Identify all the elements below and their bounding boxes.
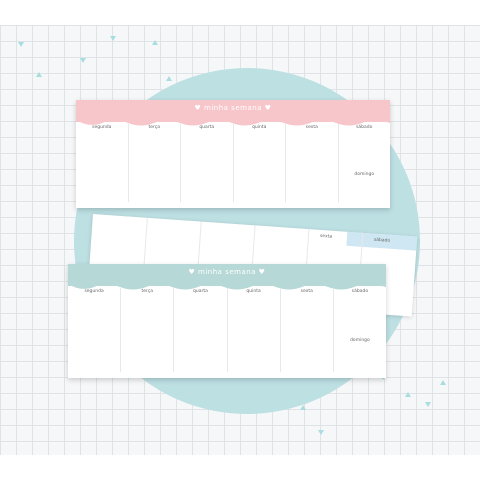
day-column-sabado-domingo: sábado domingo [337, 124, 391, 202]
day-column-sexta: sexta [279, 288, 333, 372]
confetti-triangle [80, 58, 86, 63]
day-column-terca: terça [127, 124, 181, 202]
day-column-sexta: sexta [285, 124, 338, 202]
day-column-quarta: quarta [180, 124, 233, 202]
day-label: sábado [351, 289, 369, 294]
sunday-label: domingo [350, 338, 370, 343]
day-column-sabado-domingo: sábado domingo [332, 288, 386, 372]
day-column-terca: terça [120, 288, 173, 372]
back-day-label: sexta [319, 233, 333, 240]
confetti-triangle [405, 392, 411, 397]
day-column-quinta: quinta [232, 124, 286, 202]
planner-header: ♥ minha semana ♥ [68, 264, 386, 286]
day-label: sábado [356, 125, 373, 130]
planner-header: ♥ minha semana ♥ [76, 100, 390, 122]
day-column-segunda: segunda [76, 124, 128, 202]
day-label: terça [148, 125, 161, 130]
confetti-triangle [18, 42, 24, 47]
day-label: sexta [300, 289, 313, 294]
day-column-segunda: segunda [68, 288, 120, 372]
day-label: quarta [193, 289, 208, 294]
day-label: quarta [199, 125, 215, 130]
confetti-triangle [36, 72, 42, 77]
top-planner-sheet: ♥ minha semana ♥ segunda terça quarta qu… [76, 100, 390, 208]
day-label: sexta [305, 125, 318, 130]
sunday-label: domingo [354, 172, 375, 177]
day-label: segunda [92, 125, 112, 130]
day-label: segunda [84, 289, 104, 294]
day-columns: segunda terça quarta quinta sexta sábado… [68, 288, 386, 372]
confetti-triangle [152, 40, 158, 45]
planner-title: ♥ minha semana ♥ [188, 268, 266, 276]
day-label: quinta [252, 125, 267, 130]
planner-title: ♥ minha semana ♥ [194, 104, 272, 112]
confetti-triangle [110, 36, 116, 41]
confetti-triangle [440, 380, 446, 385]
bottom-planner-sheet: ♥ minha semana ♥ segunda terça quarta qu… [68, 264, 386, 378]
confetti-triangle [425, 402, 431, 407]
back-day-label: sábado [373, 237, 391, 244]
confetti-triangle [300, 405, 306, 410]
day-columns: segunda terça quarta quinta sexta sábado… [76, 124, 390, 202]
confetti-triangle [166, 76, 172, 81]
day-column-quarta: quarta [173, 288, 226, 372]
day-column-quinta: quinta [226, 288, 280, 372]
day-label: terça [141, 289, 154, 294]
confetti-triangle [318, 430, 324, 435]
day-label: quinta [246, 289, 261, 294]
